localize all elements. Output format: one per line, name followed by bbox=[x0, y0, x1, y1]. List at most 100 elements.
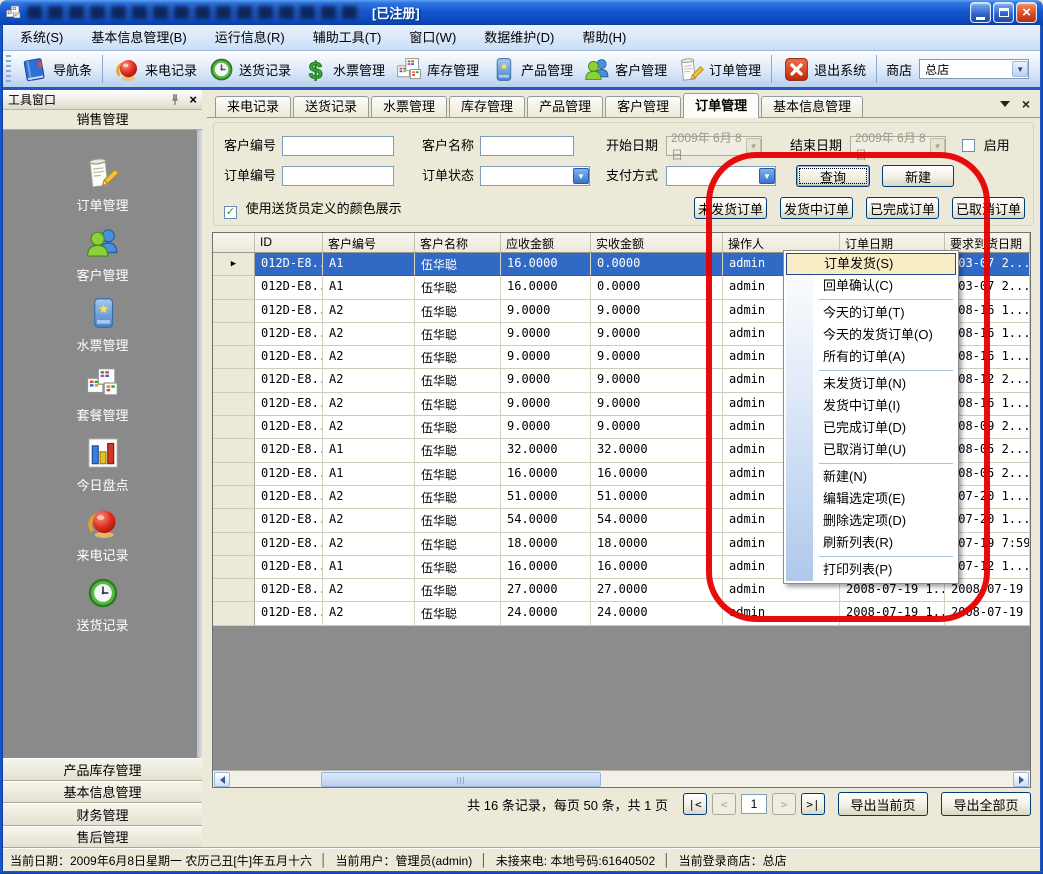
row-selector[interactable] bbox=[213, 533, 255, 556]
last-page-button[interactable]: >| bbox=[801, 793, 825, 815]
toolbar-button[interactable]: 客户管理 bbox=[578, 53, 672, 86]
tab[interactable]: 订单管理 bbox=[683, 93, 759, 118]
row-selector[interactable] bbox=[213, 416, 255, 439]
context-menu-item[interactable]: 今天的订单(T) bbox=[786, 302, 956, 324]
menu-item[interactable]: 帮助(H) bbox=[568, 25, 640, 50]
menu-item[interactable]: 数据维护(D) bbox=[470, 25, 568, 50]
tab-list-dropdown-icon[interactable] bbox=[1000, 101, 1010, 107]
close-panel-icon[interactable]: × bbox=[189, 92, 197, 107]
chevron-down-icon[interactable]: ▼ bbox=[1012, 61, 1028, 77]
sidebar-section-button[interactable]: 售后管理 bbox=[3, 826, 202, 849]
context-menu-item[interactable]: 回单确认(C) bbox=[786, 275, 956, 297]
sidebar-item[interactable]: 来电记录 bbox=[3, 504, 202, 564]
column-header[interactable]: 客户名称 bbox=[415, 233, 501, 252]
sidebar-item[interactable]: 送货记录 bbox=[3, 574, 202, 634]
sidebar-item[interactable]: 今日盘点 bbox=[3, 434, 202, 494]
tab-close-icon[interactable]: × bbox=[1022, 97, 1030, 111]
customer-no-input[interactable] bbox=[282, 136, 394, 156]
end-date-picker[interactable]: 2009年 6月 8日 ▼ bbox=[850, 136, 946, 156]
row-selector[interactable] bbox=[213, 579, 255, 602]
toolbar-grip[interactable] bbox=[6, 55, 11, 83]
sidebar-item[interactable]: 客户管理 bbox=[3, 224, 202, 284]
row-selector[interactable] bbox=[213, 463, 255, 486]
toolbar-button[interactable]: 导航条 bbox=[16, 53, 97, 86]
order-no-input[interactable] bbox=[282, 166, 394, 186]
context-menu-item[interactable]: 今天的发货订单(O) bbox=[786, 324, 956, 346]
prev-page-button[interactable]: < bbox=[712, 793, 736, 815]
sidebar-section-button[interactable]: 产品库存管理 bbox=[3, 758, 202, 781]
row-selector[interactable] bbox=[213, 509, 255, 532]
context-menu-item[interactable]: 订单发货(S) bbox=[786, 253, 956, 275]
row-selector[interactable] bbox=[213, 369, 255, 392]
shop-select[interactable]: 总店 ▼ bbox=[919, 59, 1029, 79]
context-menu-item[interactable]: 已取消订单(U) bbox=[786, 439, 956, 461]
toolbar-button[interactable]: 退出系统 bbox=[777, 53, 871, 86]
tab[interactable]: 基本信息管理 bbox=[761, 96, 863, 117]
first-page-button[interactable]: |< bbox=[683, 793, 707, 815]
column-header[interactable]: 客户编号 bbox=[323, 233, 415, 252]
menu-item[interactable]: 辅助工具(T) bbox=[299, 25, 396, 50]
toolbar-button[interactable] bbox=[771, 55, 772, 83]
menu-item[interactable]: 系统(S) bbox=[6, 25, 77, 50]
context-menu-item[interactable]: 刷新列表(R) bbox=[786, 532, 956, 554]
row-selector[interactable] bbox=[213, 602, 255, 625]
row-selector[interactable] bbox=[213, 556, 255, 579]
toolbar-button[interactable] bbox=[876, 55, 877, 83]
tab[interactable]: 产品管理 bbox=[527, 96, 603, 117]
toolbar-button[interactable]: 产品管理 bbox=[484, 53, 578, 86]
row-selector[interactable] bbox=[213, 323, 255, 346]
start-date-picker[interactable]: 2009年 6月 8日 ▼ bbox=[666, 136, 762, 156]
sidebar-section-sales[interactable]: 销售管理 bbox=[3, 110, 202, 130]
delivery-color-checkbox[interactable]: ✓ bbox=[224, 206, 237, 219]
row-selector[interactable] bbox=[213, 439, 255, 462]
order-status-select[interactable]: ▼ bbox=[480, 166, 590, 186]
table-row[interactable]: 012D-E8... A2 伍华聪 24.0000 24.0000 admin … bbox=[213, 602, 1030, 625]
enable-checkbox[interactable] bbox=[962, 139, 975, 152]
context-menu-item[interactable]: 编辑选定项(E) bbox=[786, 488, 956, 510]
query-button[interactable]: 查询 bbox=[796, 165, 870, 187]
pin-icon[interactable] bbox=[168, 93, 182, 107]
order-status-filter-button[interactable]: 已取消订单 bbox=[952, 197, 1025, 219]
row-selector[interactable] bbox=[213, 253, 255, 276]
new-button[interactable]: 新建 bbox=[882, 165, 954, 187]
row-selector[interactable] bbox=[213, 346, 255, 369]
export-current-page-button[interactable]: 导出当前页 bbox=[838, 792, 928, 816]
row-selector[interactable] bbox=[213, 276, 255, 299]
export-all-pages-button[interactable]: 导出全部页 bbox=[941, 792, 1031, 816]
row-selector[interactable] bbox=[213, 393, 255, 416]
menu-item[interactable]: 运行信息(R) bbox=[201, 25, 299, 50]
context-menu-item[interactable]: 未发货订单(N) bbox=[786, 373, 956, 395]
order-status-filter-button[interactable]: 已完成订单 bbox=[866, 197, 939, 219]
maximize-button[interactable] bbox=[993, 2, 1014, 23]
scrollbar-thumb[interactable] bbox=[321, 772, 601, 787]
row-selector[interactable] bbox=[213, 486, 255, 509]
toolbar-button[interactable]: 来电记录 bbox=[108, 53, 202, 86]
tab[interactable]: 水票管理 bbox=[371, 96, 447, 117]
context-menu-item[interactable]: 已完成订单(D) bbox=[786, 417, 956, 439]
context-menu-item[interactable]: 所有的订单(A) bbox=[786, 346, 956, 368]
context-menu-item[interactable]: 删除选定项(D) bbox=[786, 510, 956, 532]
menu-item[interactable]: 基本信息管理(B) bbox=[77, 25, 200, 50]
toolbar-button[interactable] bbox=[102, 55, 103, 83]
column-header[interactable]: 应收金额 bbox=[501, 233, 591, 252]
sidebar-section-button[interactable]: 财务管理 bbox=[3, 803, 202, 826]
tab[interactable]: 库存管理 bbox=[449, 96, 525, 117]
column-header[interactable]: 实收金额 bbox=[591, 233, 723, 252]
tab[interactable]: 客户管理 bbox=[605, 96, 681, 117]
order-status-filter-button[interactable]: 未发货订单 bbox=[694, 197, 767, 219]
menu-item[interactable]: 窗口(W) bbox=[395, 25, 470, 50]
customer-name-input[interactable] bbox=[480, 136, 574, 156]
toolbar-button[interactable]: 订单管理 bbox=[672, 53, 766, 86]
sidebar-item[interactable]: 订单管理 bbox=[3, 154, 202, 214]
page-number-input[interactable]: 1 bbox=[741, 794, 767, 814]
pay-method-select[interactable]: ▼ bbox=[666, 166, 776, 186]
tab[interactable]: 送货记录 bbox=[293, 96, 369, 117]
horizontal-scrollbar[interactable] bbox=[213, 770, 1030, 787]
sidebar-item[interactable]: 水票管理 bbox=[3, 294, 202, 354]
toolbar-button[interactable]: 送货记录 bbox=[202, 53, 296, 86]
row-selector[interactable] bbox=[213, 300, 255, 323]
toolbar-button[interactable]: 库存管理 bbox=[390, 53, 484, 86]
context-menu-item[interactable]: 新建(N) bbox=[786, 466, 956, 488]
sidebar-item[interactable]: 套餐管理 bbox=[3, 364, 202, 424]
tab[interactable]: 来电记录 bbox=[215, 96, 291, 117]
